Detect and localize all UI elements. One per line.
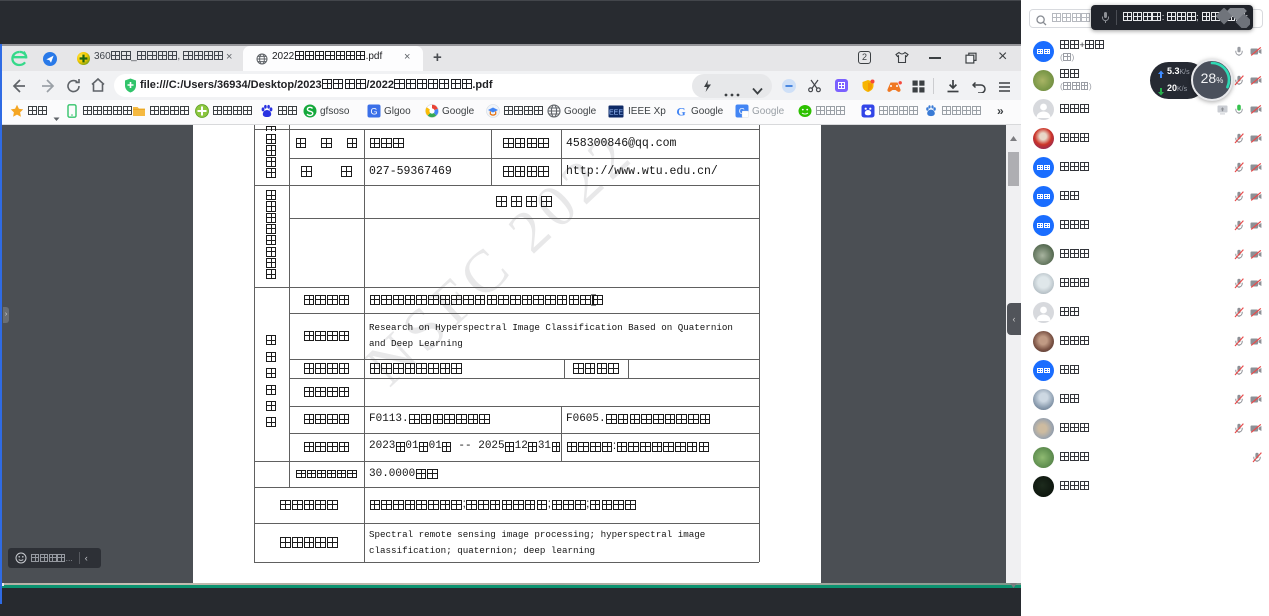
svg-text:G: G bbox=[370, 107, 377, 117]
svg-text:EEE: EEE bbox=[609, 110, 623, 117]
svg-text:G: G bbox=[676, 105, 685, 119]
